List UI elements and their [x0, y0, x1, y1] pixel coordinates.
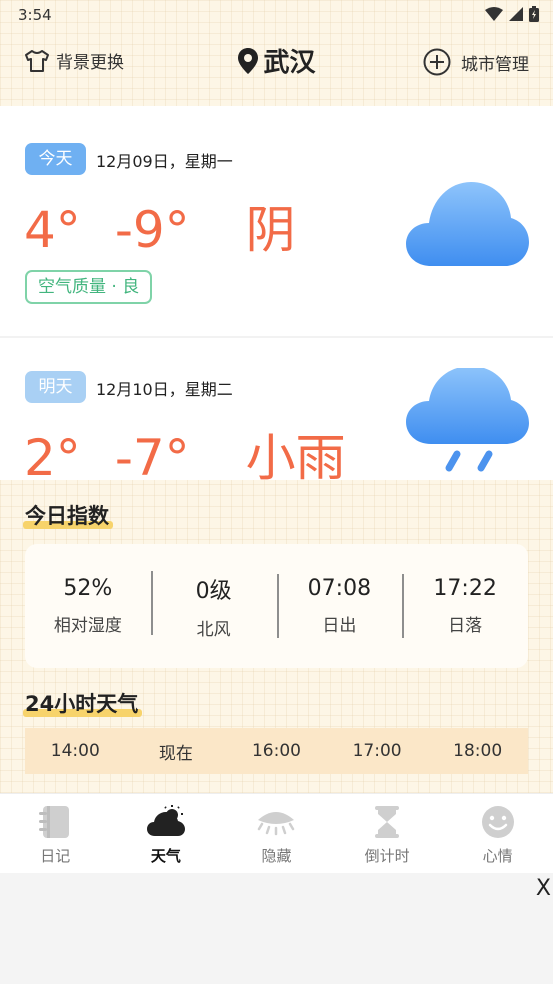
nav-label: 心情: [482, 847, 513, 865]
index-value: 17:22: [433, 576, 497, 601]
status-time: 3:54: [18, 6, 52, 24]
wifi-icon: [485, 7, 503, 21]
weather-index-card: 52% 相对湿度 0级 北风 07:08 日出 17:22 日落: [25, 544, 528, 668]
hour-item: 16:00: [251, 741, 301, 761]
city-manage-button[interactable]: 城市管理: [423, 48, 529, 76]
hour-item: 17:00: [352, 741, 402, 761]
hide-icon: [258, 812, 295, 836]
rain-cloud-icon: [406, 368, 529, 472]
nav-item-countdown[interactable]: 倒计时: [332, 794, 443, 873]
weather-app: 3:54 背景更换 武汉 城市管理 今天 12月09日，星期一 4° -9° 阴…: [0, 0, 553, 873]
index-value: 07:08: [307, 576, 372, 601]
air-quality-badge: 空气质量 · 良: [25, 270, 153, 304]
tomorrow-date: 12月10日，星期二: [96, 380, 233, 399]
index-value: 0级: [195, 578, 232, 604]
index-label: 北风: [196, 619, 231, 640]
hour-item: 14:00: [50, 741, 100, 761]
close-ad-button[interactable]: X: [536, 876, 551, 901]
index-value: 52%: [63, 576, 113, 601]
hourglass-icon: [375, 806, 400, 838]
today-high-temp: 4°: [24, 201, 81, 259]
tomorrow-condition: 小雨: [245, 429, 346, 480]
index-label: 日落: [448, 616, 483, 636]
status-bar: 3:54: [0, 0, 553, 30]
today-badge: 今天: [25, 143, 86, 175]
today-condition: 阴: [245, 201, 296, 259]
cloud-icon: [406, 182, 529, 266]
tomorrow-forecast[interactable]: 明天 12月10日，星期二 2° -7° 小雨: [0, 338, 553, 480]
index-label: 日出: [322, 616, 357, 636]
city-manage-label: 城市管理: [461, 54, 529, 75]
index-section-title: 今日指数: [23, 500, 113, 530]
tomorrow-low-temp: -7°: [114, 429, 190, 480]
mood-icon: [481, 806, 514, 838]
add-circle-icon: [423, 48, 451, 76]
sunrise-index: 07:08 日出: [276, 574, 403, 638]
nav-item-diary[interactable]: 日记: [0, 794, 111, 873]
index-label: 相对湿度: [53, 616, 122, 636]
tomorrow-high-temp: 2°: [24, 429, 81, 480]
humidity-index: 52% 相对湿度: [25, 576, 151, 636]
notebook-icon: [39, 806, 70, 838]
battery-icon: [529, 6, 539, 22]
status-icons: [485, 6, 539, 22]
nav-label: 天气: [150, 847, 181, 865]
today-temps: 4° -9° 阴: [24, 190, 296, 262]
hourly-strip[interactable]: 14:00 现在 16:00 17:00 18:00: [25, 728, 528, 774]
nav-item-hide[interactable]: 隐藏: [221, 794, 332, 873]
nav-label: 倒计时: [364, 847, 410, 865]
sunset-index: 17:22 日落: [402, 574, 528, 638]
location-pin-icon: [238, 47, 259, 74]
hour-item: 18:00: [453, 741, 503, 761]
tomorrow-badge: 明天: [25, 371, 86, 403]
today-low-temp: -9°: [114, 201, 190, 259]
tomorrow-temps: 2° -7° 小雨: [24, 418, 346, 480]
nav-item-mood[interactable]: 心情: [442, 794, 553, 873]
today-forecast[interactable]: 今天 12月09日，星期一 4° -9° 阴 空气质量 · 良: [0, 106, 553, 336]
wind-index: 0级 北风: [150, 570, 277, 640]
city-name: 武汉: [263, 48, 316, 78]
nav-label: 日记: [40, 847, 71, 865]
weather-icon: [146, 805, 185, 836]
signal-icon: [509, 7, 523, 21]
forecast-cards: 今天 12月09日，星期一 4° -9° 阴 空气质量 · 良 明天 12月10…: [0, 106, 553, 480]
nav-item-weather[interactable]: 天气: [111, 794, 222, 873]
top-bar: 背景更换 武汉 城市管理: [0, 40, 553, 84]
hour-item: 现在: [158, 743, 193, 764]
hourly-section-title: 24小时天气: [23, 688, 143, 718]
today-date: 12月09日，星期一: [96, 152, 233, 171]
bottom-nav: 日记 天气 隐藏 倒计时 心情: [0, 793, 553, 873]
nav-label: 隐藏: [261, 847, 292, 865]
